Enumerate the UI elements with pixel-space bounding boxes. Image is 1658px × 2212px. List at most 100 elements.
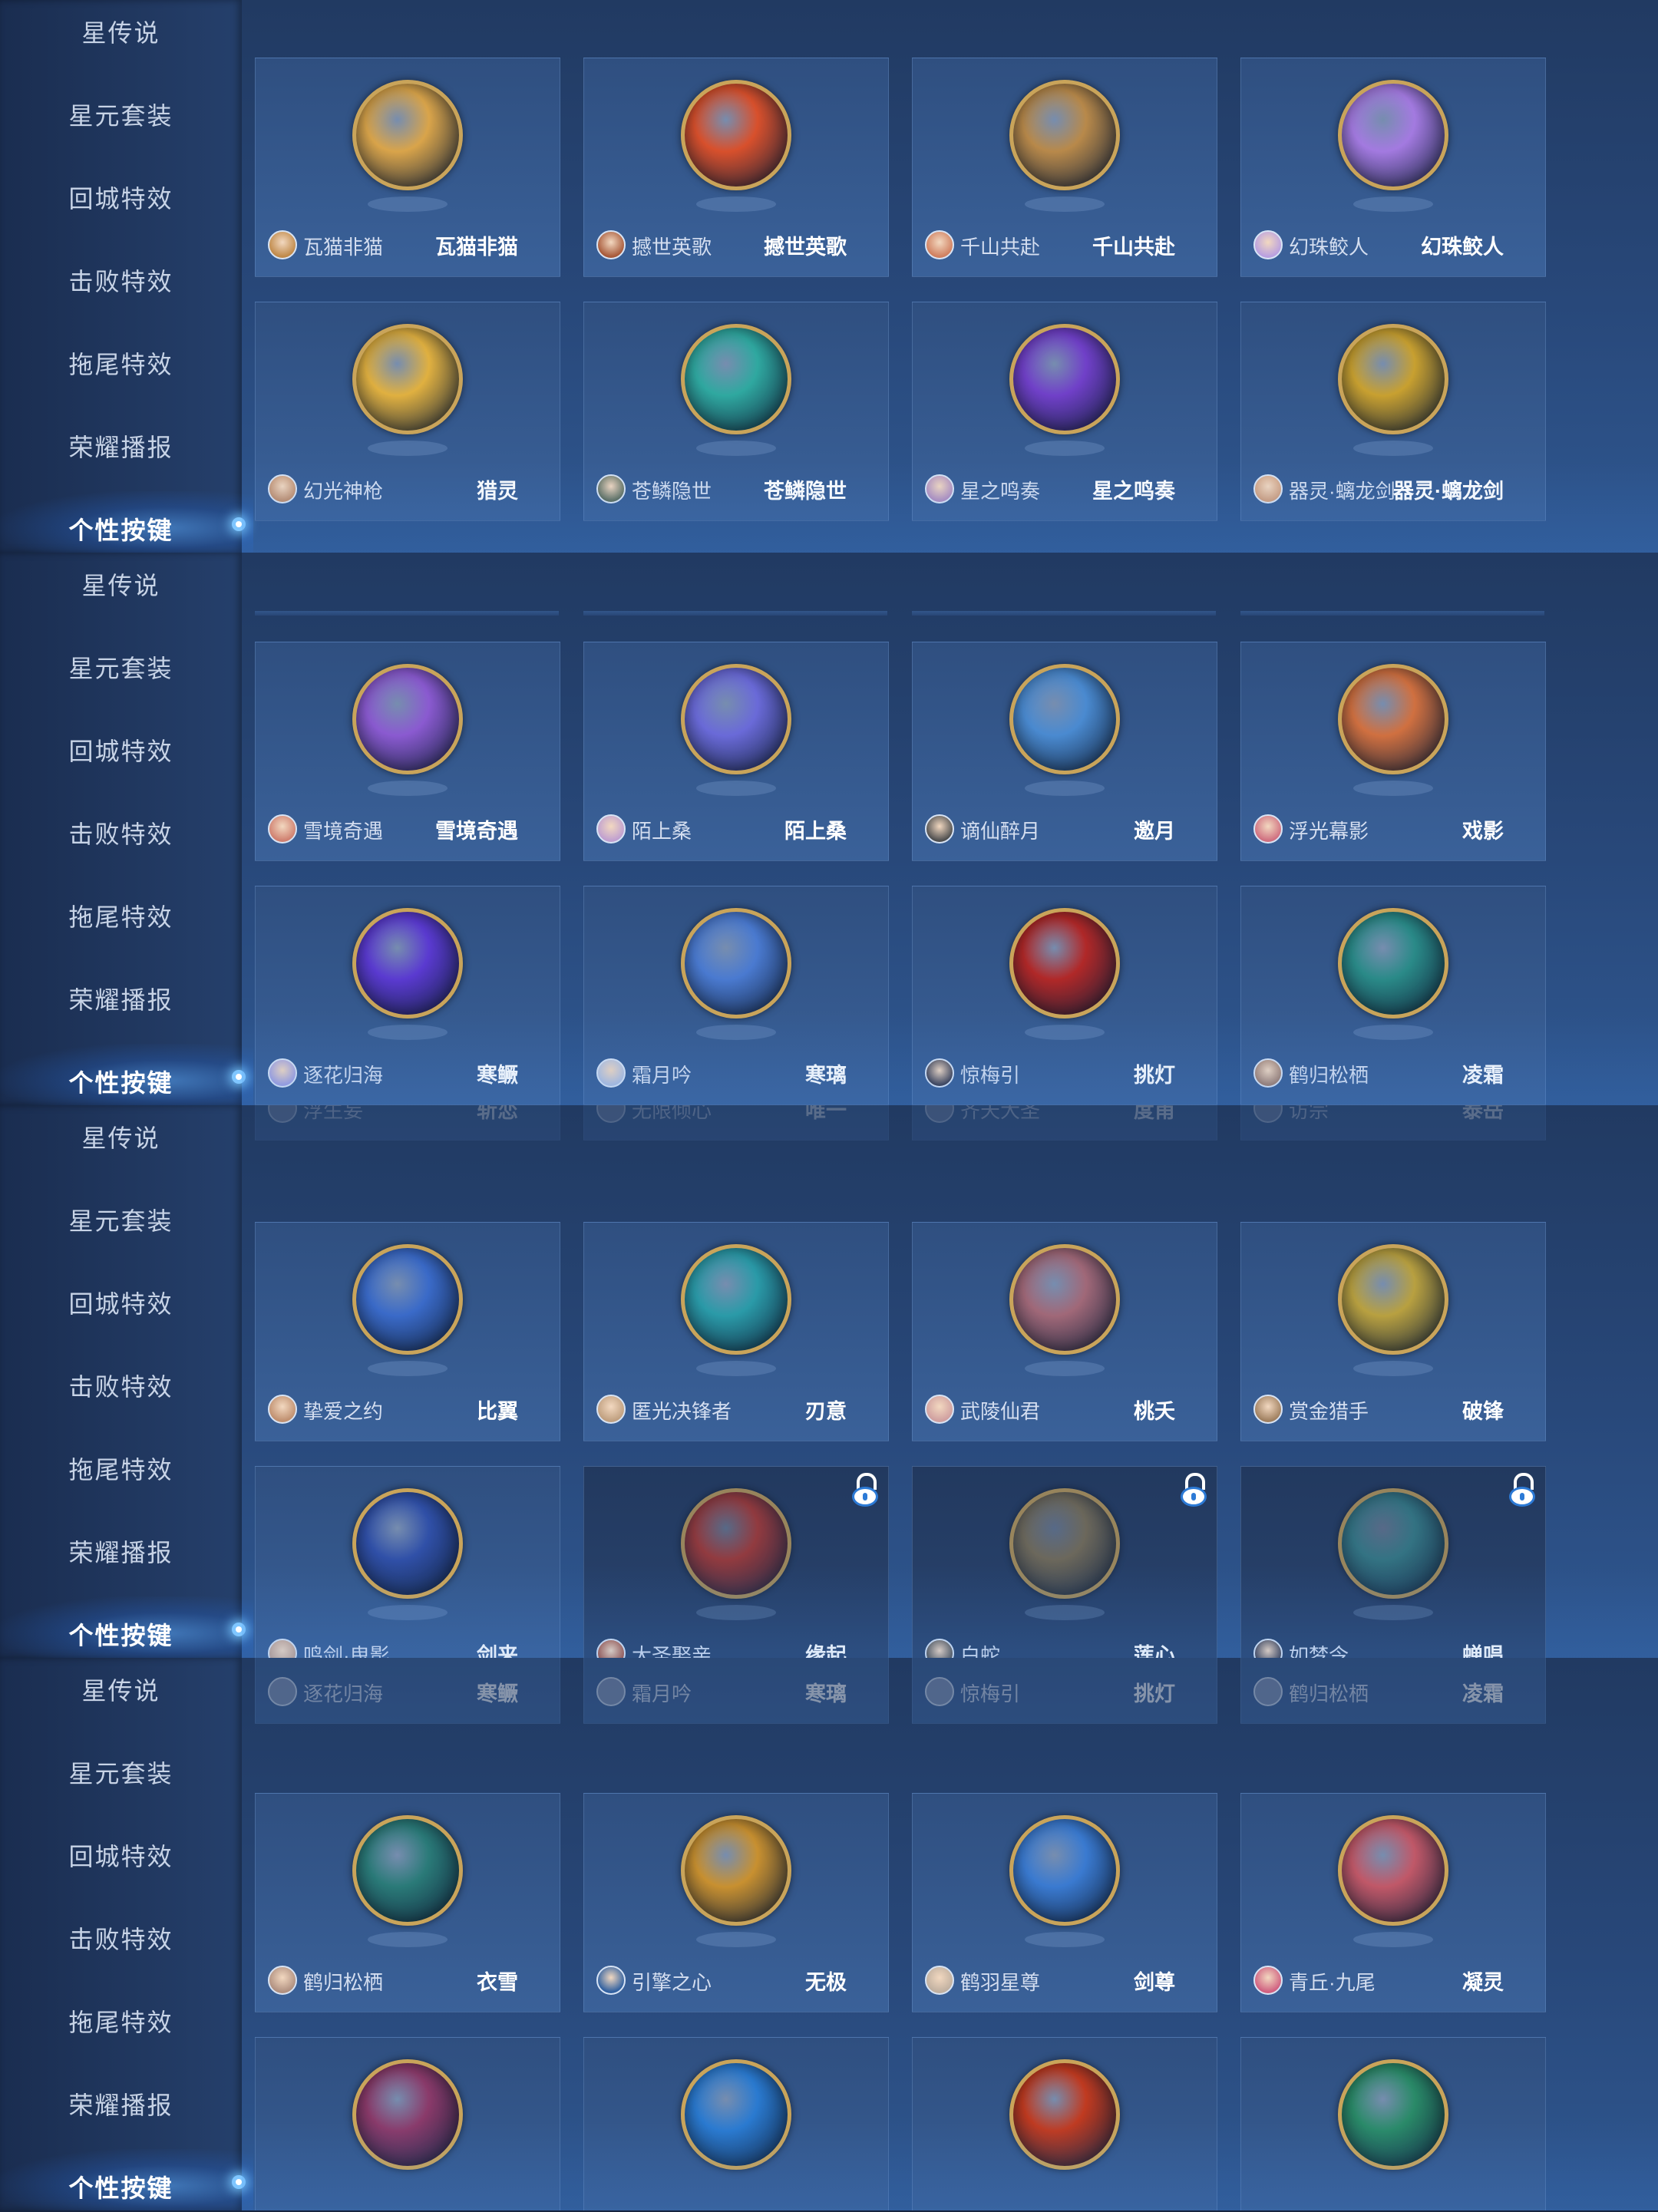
skin-card[interactable]: 霜月吟 寒璃 — [583, 886, 889, 1105]
skin-card-partial[interactable]: 霜月吟 寒璃 — [583, 1658, 889, 1724]
hero-name: 鹤归松栖 — [1289, 1682, 1369, 1705]
skin-card-partial[interactable]: 浮生妄 斩恋 — [255, 1105, 560, 1141]
emblem-reflection — [368, 781, 448, 796]
screen-panel: 星传说 星元套装 回城特效 击败特效 拖尾特效 荣耀播报 个性按键 逐花归海 寒鳜 霜月吟 寒璃 惊梅… — [0, 1658, 1658, 2212]
skin-name: 撼世英歌 — [764, 236, 847, 259]
sidebar-item[interactable]: 荣耀播报 — [0, 981, 242, 1016]
hero-name: 鹤归松栖 — [303, 1971, 384, 1994]
hero-avatar — [268, 1105, 297, 1123]
sidebar: 星传说星元套装回城特效击败特效拖尾特效荣耀播报个性按键 — [0, 0, 253, 553]
sidebar-item[interactable]: 击败特效 — [0, 262, 242, 298]
skin-card[interactable]: 武陵仙君 桃夭 — [912, 1222, 1217, 1441]
hero-name: 幻光神枪 — [303, 480, 384, 503]
hero-avatar — [925, 474, 954, 503]
skin-card[interactable]: 大圣娶亲 缘起 — [583, 1466, 889, 1658]
key-emblem-icon — [352, 1244, 463, 1355]
skin-name: 凝灵 — [1462, 1971, 1504, 1994]
skin-card-partial[interactable]: 惊梅引 挑灯 — [912, 1658, 1217, 1724]
sidebar-item[interactable]: 星元套装 — [0, 1755, 242, 1790]
active-indicator-icon — [232, 1070, 246, 1084]
sidebar-item[interactable]: 拖尾特效 — [0, 2003, 242, 2039]
hero-name: 赏金猎手 — [1289, 1400, 1369, 1423]
screen-panel: 星传说 星元套装 回城特效 击败特效 拖尾特效 荣耀播报 个性按键 瓦猫非猫 瓦猫非猫 撼世英歌撼… — [0, 0, 1658, 554]
hero-avatar — [1253, 1639, 1283, 1658]
sidebar-item[interactable]: 回城特效 — [0, 732, 242, 768]
skin-card[interactable]: 浮光幕影 戏影 — [1240, 642, 1546, 861]
skin-card[interactable]: 鹤归松栖 凌霜 — [1240, 886, 1546, 1105]
skin-card-partial[interactable]: 齐天大圣 度甫 — [912, 1105, 1217, 1141]
sidebar-item[interactable]: 拖尾特效 — [0, 345, 242, 381]
sidebar-item[interactable]: 星传说 — [0, 1119, 242, 1154]
sidebar-item[interactable]: 个性按键 — [0, 511, 242, 546]
sidebar-item[interactable]: 回城特效 — [0, 1837, 242, 1873]
skin-card[interactable]: 瓦猫非猫 瓦猫非猫 — [255, 58, 560, 277]
skin-card[interactable]: 幻光神枪 猎灵 — [255, 302, 560, 521]
sidebar-item[interactable]: 星元套装 — [0, 649, 242, 685]
skin-card[interactable]: 谪仙醉月 邀月 — [912, 642, 1217, 861]
card-edge — [1240, 611, 1544, 616]
hero-name: 引擎之心 — [632, 1971, 712, 1994]
sidebar-item[interactable]: 回城特效 — [0, 180, 242, 215]
sidebar-item[interactable]: 击败特效 — [0, 815, 242, 850]
skin-card[interactable]: 赏金猎手 破锋 — [1240, 1222, 1546, 1441]
skin-card[interactable]: 星之鸣奏 星之鸣奏 — [912, 302, 1217, 521]
skin-card[interactable]: 引擎之心 无极 — [583, 1793, 889, 2012]
key-emblem-icon — [352, 664, 463, 774]
sidebar-item[interactable]: 拖尾特效 — [0, 1451, 242, 1486]
key-emblem-icon — [1009, 1244, 1120, 1355]
skin-card[interactable]: 幻珠鲛人 幻珠鲛人 — [1240, 58, 1546, 277]
key-emblem-icon — [681, 1815, 791, 1926]
skin-card[interactable]: 鹤羽星尊 剑尊 — [912, 1793, 1217, 2012]
skin-name: 苍鳞隐世 — [764, 480, 847, 503]
sidebar-item[interactable]: 回城特效 — [0, 1285, 242, 1320]
sidebar-item[interactable]: 星传说 — [0, 1672, 242, 1707]
hero-name: 器灵·螭龙剑 — [1289, 480, 1395, 503]
skin-card[interactable]: 匿光决锋者 刃意 — [583, 1222, 889, 1441]
skin-name: 破锋 — [1462, 1400, 1504, 1423]
sidebar-item[interactable]: 个性按键 — [0, 1064, 242, 1099]
sidebar-item[interactable]: 星传说 — [0, 566, 242, 602]
skin-card[interactable]: 陌上桑 陌上桑 — [583, 642, 889, 861]
skin-card-partial[interactable]: 访宗 泰岳 — [1240, 1105, 1546, 1141]
sidebar-item[interactable]: 拖尾特效 — [0, 898, 242, 933]
sidebar-item[interactable]: 个性按键 — [0, 2169, 242, 2204]
sidebar-item[interactable]: 荣耀播报 — [0, 2086, 242, 2121]
skin-card[interactable]: 雪境奇遇 雪境奇遇 — [255, 642, 560, 861]
skin-name: 莲心 — [1134, 1644, 1175, 1659]
sidebar-item[interactable]: 荣耀播报 — [0, 428, 242, 464]
skin-card-partial[interactable] — [255, 2037, 560, 2210]
hero-name: 星之鸣奏 — [960, 480, 1041, 503]
hero-name: 逐花归海 — [303, 1064, 384, 1087]
sidebar-item[interactable]: 荣耀播报 — [0, 1534, 242, 1569]
skin-card[interactable]: 白蛇 莲心 — [912, 1466, 1217, 1659]
sidebar-item[interactable]: 个性按键 — [0, 1616, 242, 1652]
skin-card[interactable]: 逐花归海 寒鳜 — [255, 886, 560, 1105]
sidebar-item[interactable]: 星元套装 — [0, 97, 242, 132]
key-emblem-icon — [1009, 1488, 1120, 1599]
skin-card[interactable]: 惊梅引 挑灯 — [912, 886, 1217, 1105]
hero-name: 惊梅引 — [960, 1682, 1021, 1705]
hero-name: 鹤归松栖 — [1289, 1064, 1369, 1087]
skin-card[interactable]: 千山共赴 千山共赴 — [912, 58, 1217, 277]
skin-name: 挑灯 — [1134, 1682, 1175, 1705]
skin-card[interactable]: 鸣剑·曳影 剑来 — [255, 1466, 560, 1658]
skin-card[interactable]: 挚爱之约 比翼 — [255, 1222, 560, 1441]
hero-name: 如梦令 — [1289, 1644, 1349, 1659]
skin-card[interactable]: 器灵·螭龙剑 器灵·螭龙剑 — [1240, 302, 1546, 521]
skin-card[interactable]: 鹤归松栖 衣雪 — [255, 1793, 560, 2012]
skin-card-partial[interactable]: 逐花归海 寒鳜 — [255, 1658, 560, 1724]
skin-name: 比翼 — [477, 1400, 518, 1423]
sidebar-item[interactable]: 星传说 — [0, 14, 242, 49]
skin-card[interactable]: 青丘·九尾 凝灵 — [1240, 1793, 1546, 2012]
skin-card[interactable]: 苍鳞隐世 苍鳞隐世 — [583, 302, 889, 521]
sidebar-item[interactable]: 击败特效 — [0, 1920, 242, 1956]
skin-card-partial[interactable]: 鹤归松栖 凌霜 — [1240, 1658, 1546, 1724]
skin-card[interactable]: 如梦令 蝉唱 — [1240, 1466, 1546, 1659]
skin-card-partial[interactable] — [1240, 2037, 1546, 2210]
skin-card-partial[interactable] — [912, 2037, 1217, 2210]
sidebar-item[interactable]: 击败特效 — [0, 1368, 242, 1403]
skin-card-partial[interactable] — [583, 2037, 889, 2210]
skin-card[interactable]: 撼世英歌 撼世英歌 — [583, 58, 889, 277]
skin-card-partial[interactable]: 无限倾心 唯一 — [583, 1105, 889, 1141]
sidebar-item[interactable]: 星元套装 — [0, 1202, 242, 1237]
